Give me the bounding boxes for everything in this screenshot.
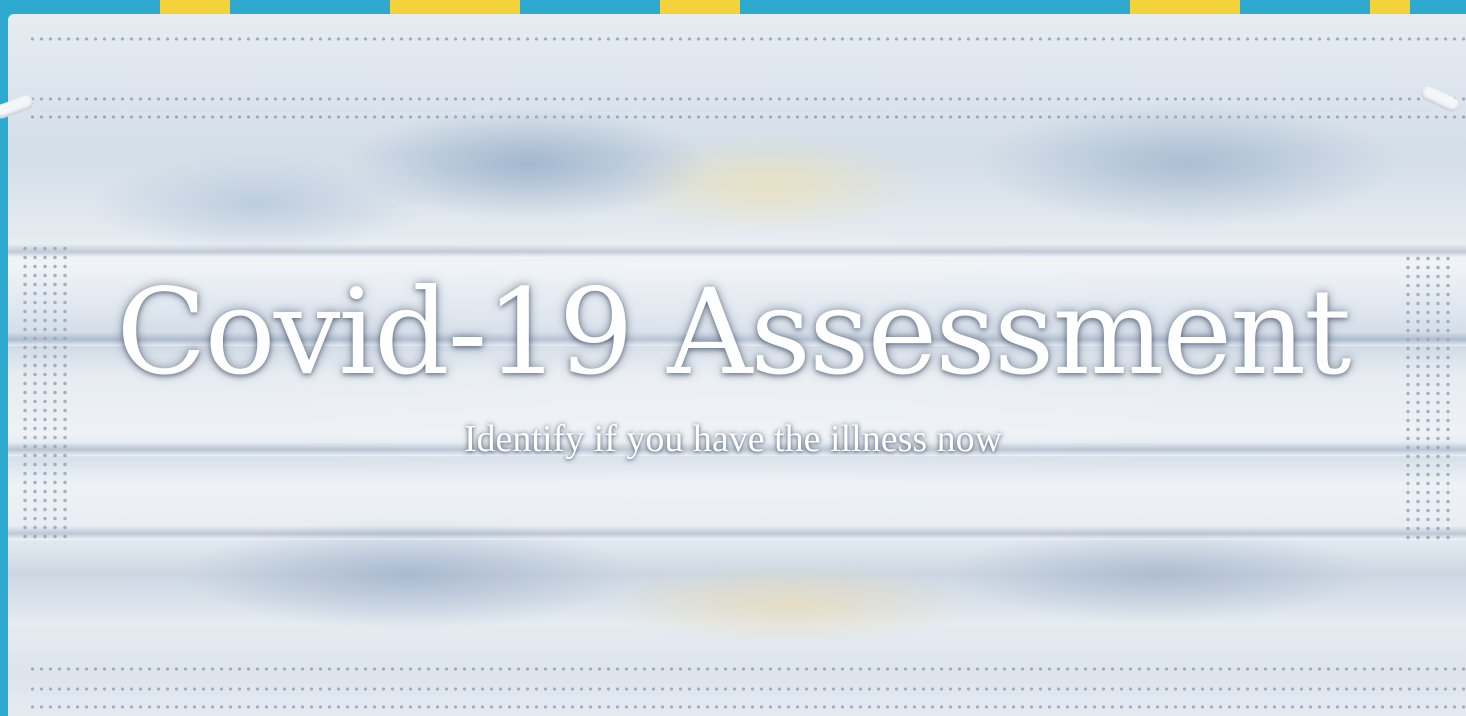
hero-banner: Covid-19 Assessment Identify if you have… bbox=[0, 0, 1466, 716]
page-title: Covid-19 Assessment bbox=[116, 263, 1351, 401]
page-subtitle: Identify if you have the illness now bbox=[463, 418, 1003, 460]
